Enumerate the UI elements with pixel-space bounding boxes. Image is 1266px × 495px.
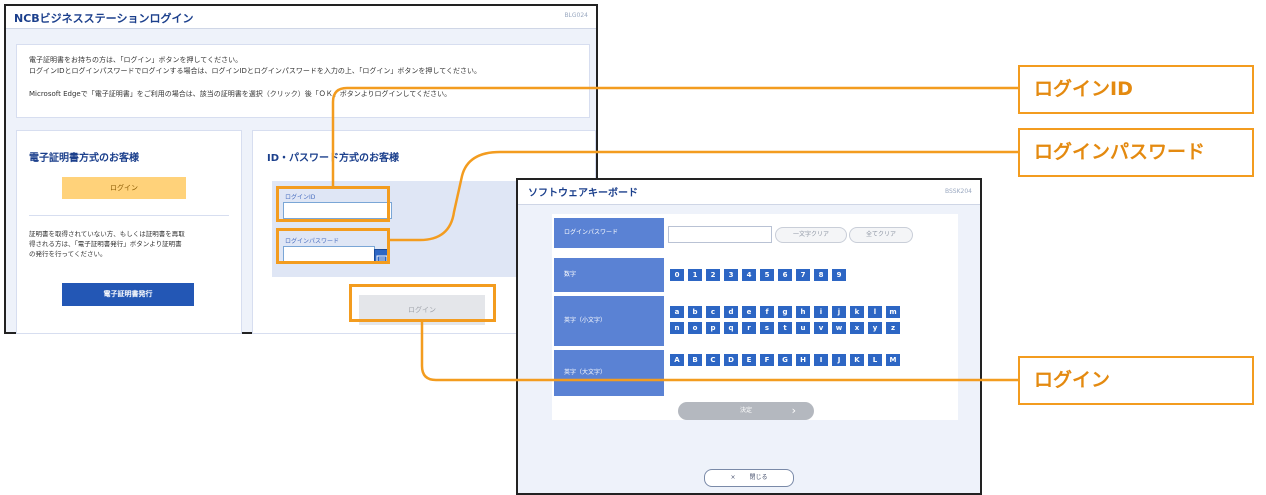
callout-login-password: ログインパスワード (1018, 128, 1254, 177)
callout-login-id: ログインID (1018, 65, 1254, 114)
callout-login: ログイン (1018, 356, 1254, 405)
